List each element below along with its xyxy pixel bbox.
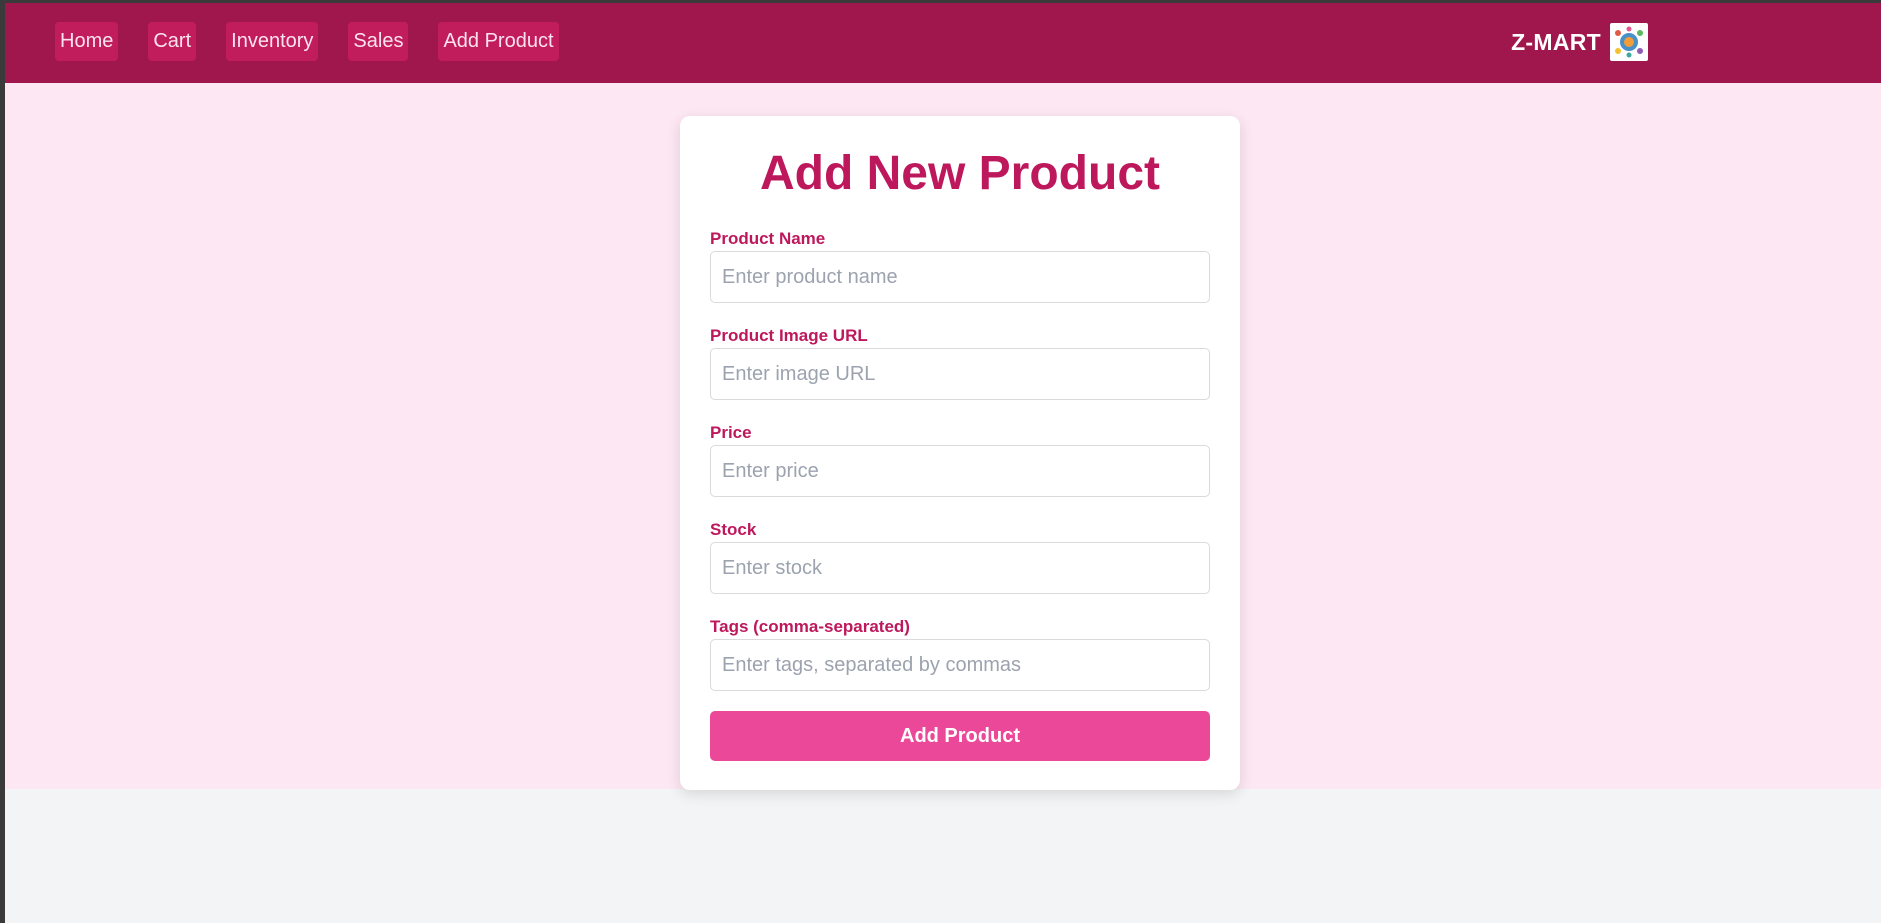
price-input[interactable] — [710, 445, 1210, 497]
product-name-input[interactable] — [710, 251, 1210, 303]
navbar: Home Cart Inventory Sales Add Product Z-… — [5, 3, 1881, 83]
tags-input[interactable] — [710, 639, 1210, 691]
store-logo-icon — [1610, 23, 1648, 61]
nav-cart-link[interactable]: Cart — [148, 22, 197, 61]
product-name-label: Product Name — [710, 229, 826, 248]
product-image-url-label: Product Image URL — [710, 326, 868, 345]
add-product-button[interactable]: Add Product — [710, 711, 1210, 761]
stock-input[interactable] — [710, 542, 1210, 594]
brand-name: Z-MART — [1511, 28, 1601, 55]
brand[interactable]: Z-MART — [1511, 23, 1648, 61]
nav-sales-link[interactable]: Sales — [348, 22, 409, 61]
price-label: Price — [710, 423, 752, 442]
main-content: Add New Product Product Name Product Ima… — [5, 83, 1881, 790]
product-image-url-input[interactable] — [710, 348, 1210, 400]
nav-links: Home Cart Inventory Sales Add Product — [55, 22, 559, 61]
add-product-form: Add New Product Product Name Product Ima… — [680, 116, 1240, 790]
form-title: Add New Product — [759, 147, 1160, 200]
app-window: Home Cart Inventory Sales Add Product Z-… — [5, 3, 1881, 923]
tags-label: Tags (comma-separated) — [710, 617, 910, 636]
stock-label: Stock — [710, 520, 757, 539]
nav-add-product-link[interactable]: Add Product — [438, 22, 559, 61]
nav-inventory-link[interactable]: Inventory — [226, 22, 319, 61]
nav-home-link[interactable]: Home — [55, 22, 119, 61]
